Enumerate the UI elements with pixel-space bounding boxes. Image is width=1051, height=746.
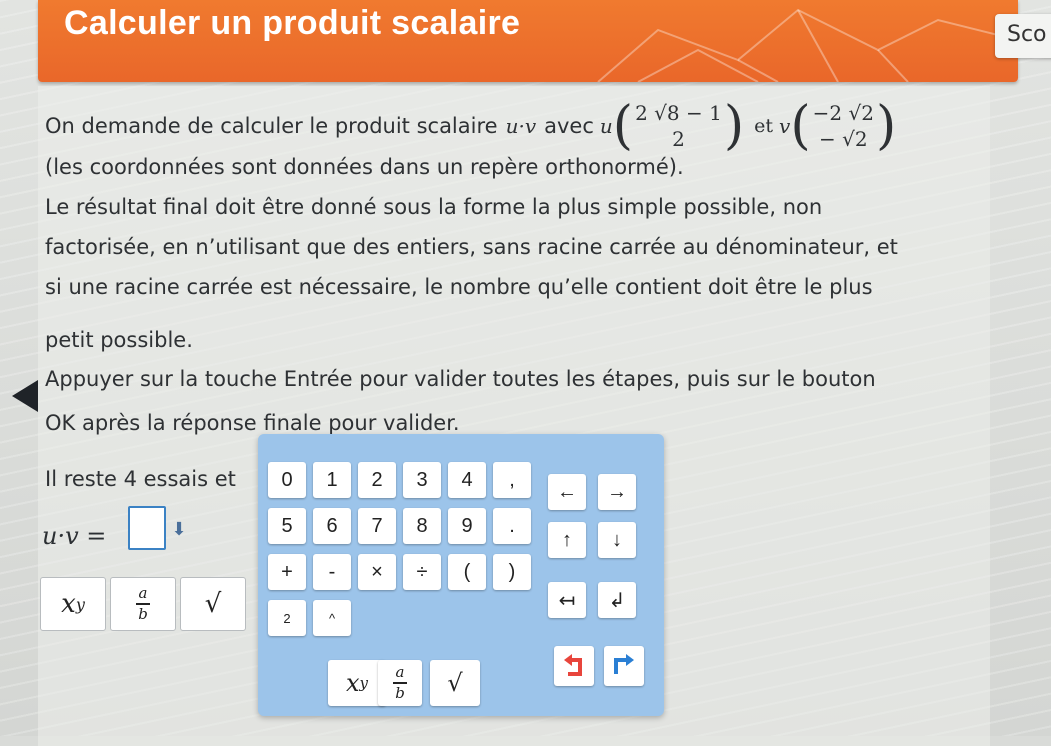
page-title: Calculer un produit scalaire bbox=[64, 4, 521, 42]
key-8[interactable]: 8 bbox=[403, 508, 441, 544]
undo-glyph bbox=[564, 654, 582, 676]
arrow-down-icon[interactable]: ⬇ bbox=[168, 518, 190, 542]
v-y-coordinate: − √2 bbox=[818, 127, 868, 151]
answer-input[interactable] bbox=[128, 506, 166, 550]
key-4[interactable]: 4 bbox=[448, 462, 486, 498]
statement-line-4: factorisée, en n’utilisant que des entie… bbox=[45, 235, 898, 259]
vector-u-name: u bbox=[599, 114, 613, 138]
statement-line-7: Appuyer sur la touche Entrée pour valide… bbox=[45, 367, 876, 391]
arrow-right-icon[interactable]: → bbox=[598, 474, 636, 510]
keypad-sqrt-button[interactable]: √ bbox=[430, 660, 480, 706]
keypad-power-exponent: y bbox=[359, 674, 369, 692]
virtual-keypad: 0 1 2 3 4 , 5 6 7 8 9 . + - × ÷ ( ) 2 ^ … bbox=[258, 434, 664, 716]
answer-label: u·v = bbox=[42, 522, 107, 550]
vector-u-coordinates: ( 2 √8 − 1 2 ) bbox=[613, 100, 744, 152]
et-word: et bbox=[754, 115, 774, 137]
statement-intro: On demande de calculer le produit scalai… bbox=[45, 114, 498, 138]
key-9[interactable]: 9 bbox=[448, 508, 486, 544]
statement-line-3: Le résultat final doit être donné sous l… bbox=[45, 195, 823, 219]
fraction-numerator: a bbox=[138, 584, 148, 603]
fraction-denominator: b bbox=[138, 604, 148, 623]
keypad-fraction-denominator: b bbox=[395, 683, 405, 702]
right-paren: ) bbox=[875, 96, 897, 156]
collapse-arrow-icon[interactable] bbox=[8, 378, 40, 414]
key-square[interactable]: 2 bbox=[268, 600, 306, 636]
statement-line-6: petit possible. bbox=[45, 328, 193, 352]
key-6[interactable]: 6 bbox=[313, 508, 351, 544]
dot-product-expression: u·v bbox=[505, 114, 537, 138]
key-close-paren[interactable]: ) bbox=[493, 554, 531, 590]
key-divide[interactable]: ÷ bbox=[403, 554, 441, 590]
key-open-paren[interactable]: ( bbox=[448, 554, 486, 590]
attempts-remaining: Il reste 4 essais et bbox=[45, 467, 236, 491]
redo-icon[interactable] bbox=[604, 646, 644, 686]
key-times[interactable]: × bbox=[358, 554, 396, 590]
redo-glyph bbox=[614, 654, 634, 674]
fraction-button[interactable]: a b bbox=[110, 577, 176, 631]
header-banner: Calculer un produit scalaire bbox=[38, 0, 1018, 82]
key-0[interactable]: 0 bbox=[268, 462, 306, 498]
u-x-coordinate: 2 √8 − 1 bbox=[635, 101, 722, 125]
avec-word: avec bbox=[544, 114, 594, 138]
statement-line-8: OK après la réponse finale pour valider. bbox=[45, 411, 460, 435]
score-label: Sco bbox=[1007, 22, 1047, 47]
statement-line-1: On demande de calculer le produit scalai… bbox=[45, 100, 896, 152]
arrow-down-icon[interactable]: ↓ bbox=[598, 522, 636, 558]
power-button[interactable]: xy bbox=[40, 577, 106, 631]
score-tab[interactable]: Sco bbox=[995, 14, 1051, 58]
statement-line-5: si une racine carrée est nécessaire, le … bbox=[45, 275, 873, 299]
arrow-left-icon[interactable]: ← bbox=[548, 474, 586, 510]
key-comma[interactable]: , bbox=[493, 462, 531, 498]
key-minus[interactable]: - bbox=[313, 554, 351, 590]
key-caret[interactable]: ^ bbox=[313, 600, 351, 636]
keypad-fraction-numerator: a bbox=[395, 663, 405, 682]
key-2[interactable]: 2 bbox=[358, 462, 396, 498]
key-dot[interactable]: . bbox=[493, 508, 531, 544]
key-5[interactable]: 5 bbox=[268, 508, 306, 544]
power-exponent: y bbox=[75, 594, 85, 614]
key-7[interactable]: 7 bbox=[358, 508, 396, 544]
undo-icon[interactable] bbox=[554, 646, 594, 686]
left-paren: ( bbox=[612, 96, 634, 156]
vector-v-name: v bbox=[779, 114, 791, 138]
u-y-coordinate: 2 bbox=[672, 127, 685, 151]
keypad-power-base: x bbox=[345, 669, 360, 697]
key-3[interactable]: 3 bbox=[403, 462, 441, 498]
vector-v-coordinates: ( −2 √2 − √2 ) bbox=[790, 100, 896, 152]
statement-line-2: (les coordonnées sont données dans un re… bbox=[45, 155, 684, 179]
key-1[interactable]: 1 bbox=[313, 462, 351, 498]
backspace-icon[interactable]: ↤ bbox=[548, 582, 586, 618]
enter-icon[interactable]: ↲ bbox=[598, 582, 636, 618]
v-x-coordinate: −2 √2 bbox=[812, 101, 874, 125]
power-base: x bbox=[61, 589, 76, 619]
sqrt-symbol: √ bbox=[204, 589, 222, 619]
keypad-fraction-button[interactable]: a b bbox=[378, 660, 422, 706]
arrow-up-icon[interactable]: ↑ bbox=[548, 522, 586, 558]
sqrt-button[interactable]: √ bbox=[180, 577, 246, 631]
right-paren: ) bbox=[723, 96, 745, 156]
left-paren: ( bbox=[790, 96, 811, 156]
key-plus[interactable]: + bbox=[268, 554, 306, 590]
